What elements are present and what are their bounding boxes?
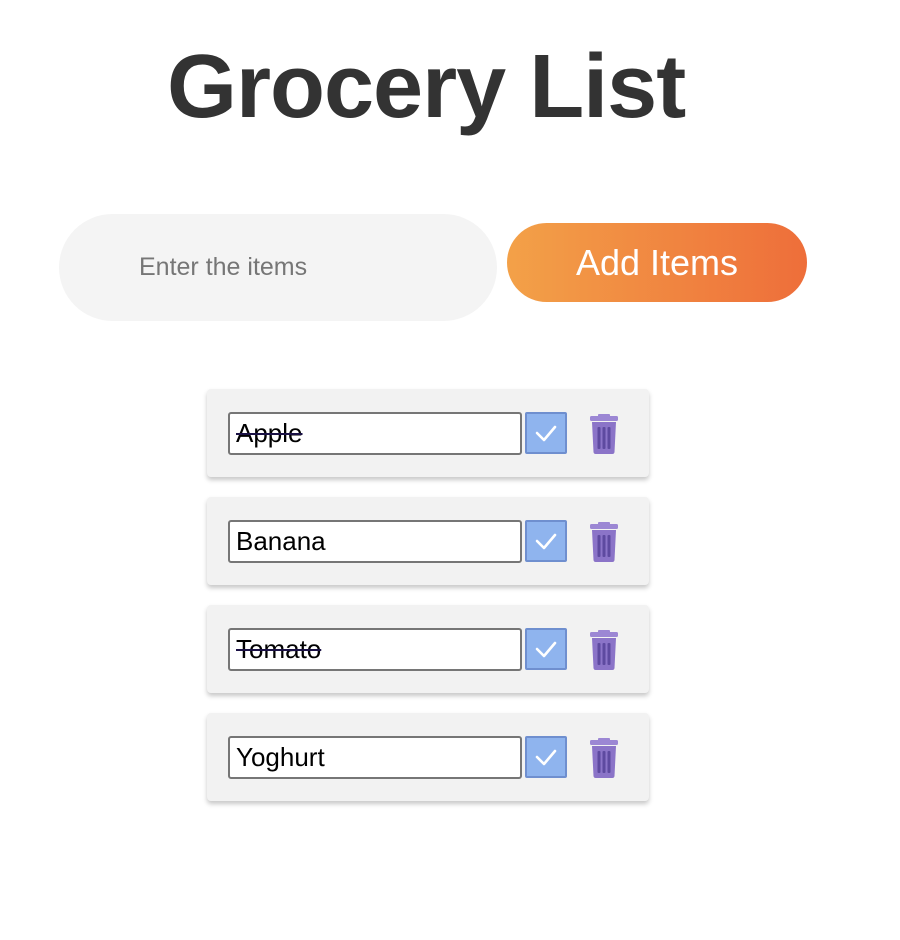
checkmark-icon xyxy=(535,533,557,550)
complete-button[interactable] xyxy=(525,736,567,778)
checkmark-icon xyxy=(535,641,557,658)
item-name-field[interactable] xyxy=(228,736,522,779)
delete-button[interactable] xyxy=(585,521,623,563)
checkmark-icon xyxy=(535,749,557,766)
delete-button[interactable] xyxy=(585,737,623,779)
grocery-item-list xyxy=(207,389,649,821)
list-item xyxy=(207,497,649,585)
trash-icon xyxy=(590,522,618,562)
checkmark-icon xyxy=(535,425,557,442)
complete-button[interactable] xyxy=(525,628,567,670)
list-item xyxy=(207,389,649,477)
trash-icon xyxy=(590,414,618,454)
item-entry-input[interactable] xyxy=(59,214,497,321)
delete-button[interactable] xyxy=(585,413,623,455)
add-items-button[interactable]: Add Items xyxy=(507,223,807,302)
complete-button[interactable] xyxy=(525,412,567,454)
page-title: Grocery List xyxy=(167,37,686,137)
item-name-field[interactable] xyxy=(228,412,522,455)
complete-button[interactable] xyxy=(525,520,567,562)
trash-icon xyxy=(590,738,618,778)
list-item xyxy=(207,713,649,801)
list-item xyxy=(207,605,649,693)
delete-button[interactable] xyxy=(585,629,623,671)
trash-icon xyxy=(590,630,618,670)
item-name-field[interactable] xyxy=(228,628,522,671)
item-name-field[interactable] xyxy=(228,520,522,563)
